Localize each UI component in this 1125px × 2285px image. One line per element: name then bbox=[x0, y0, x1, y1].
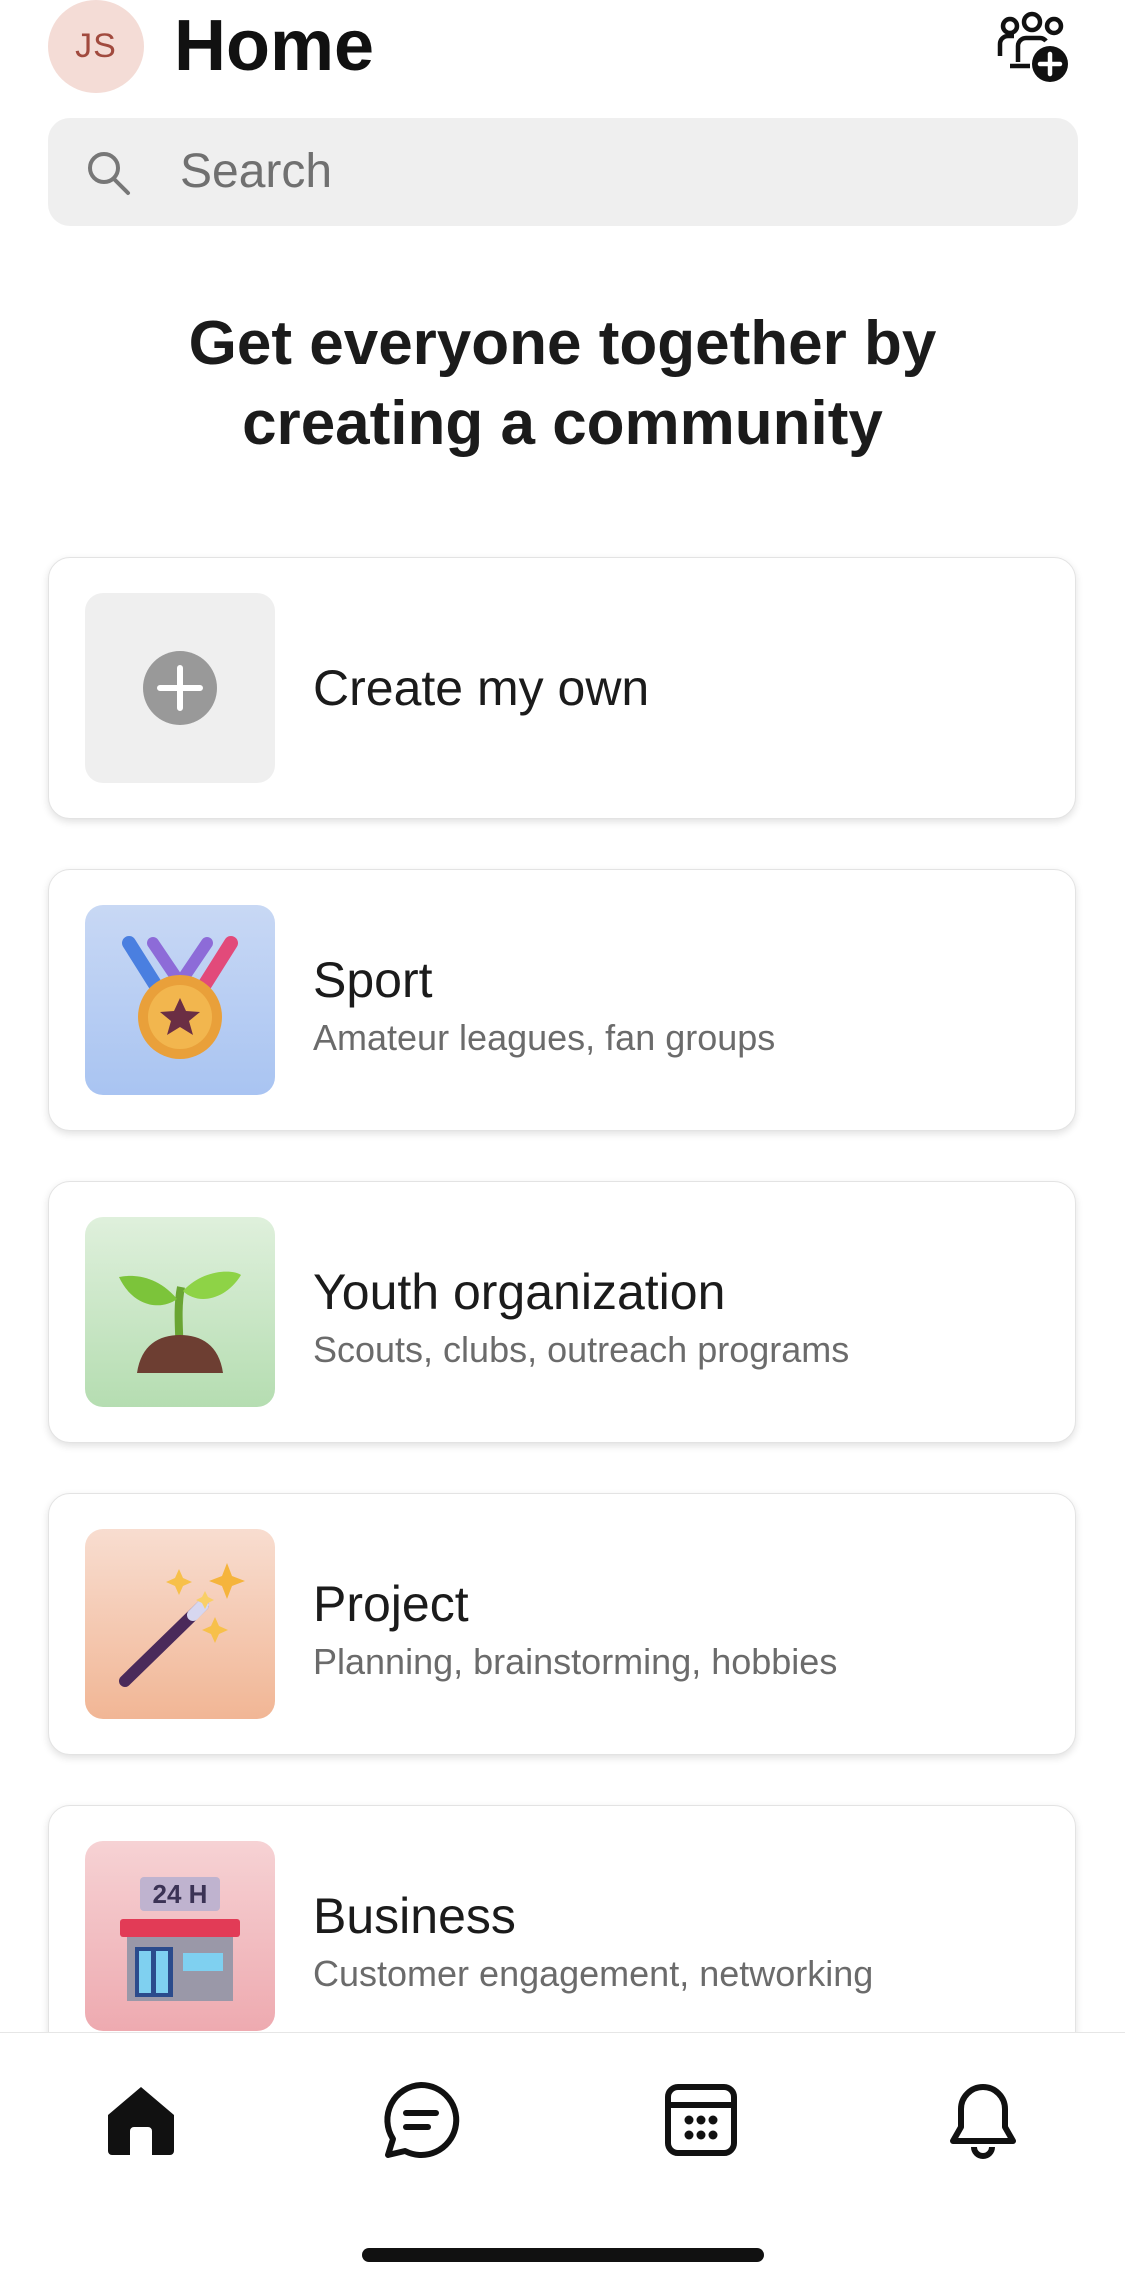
calendar-icon bbox=[665, 2084, 737, 2156]
card-title: Project bbox=[313, 1576, 469, 1632]
plus-icon bbox=[143, 651, 217, 725]
chat-icon bbox=[384, 2081, 460, 2158]
card-title: Youth organization bbox=[313, 1264, 726, 1320]
business-thumb: 24 H bbox=[85, 1841, 275, 2031]
card-description: Planning, brainstorming, hobbies bbox=[313, 1641, 838, 1682]
card-description: Scouts, clubs, outreach programs bbox=[313, 1329, 850, 1370]
home-indicator[interactable] bbox=[362, 2248, 764, 2262]
avatar-initials: JS bbox=[75, 27, 117, 65]
home-icon bbox=[108, 2087, 174, 2155]
card-project[interactable]: Project Planning, brainstorming, hobbies bbox=[48, 1493, 1076, 1755]
card-create-my-own[interactable]: Create my own bbox=[48, 557, 1076, 819]
page-title: Home bbox=[174, 6, 375, 86]
card-description: Customer engagement, networking bbox=[313, 1953, 874, 1994]
medal-icon bbox=[122, 936, 238, 1059]
youth-thumb bbox=[85, 1217, 275, 1407]
sport-thumb bbox=[85, 905, 275, 1095]
project-thumb bbox=[85, 1529, 275, 1719]
store-24h-icon: 24 H bbox=[120, 1877, 240, 2001]
nav-home[interactable] bbox=[96, 2075, 186, 2165]
card-sport[interactable]: Sport Amateur leagues, fan groups bbox=[48, 869, 1076, 1131]
card-business[interactable]: 24 H Business Customer engagement, netwo… bbox=[48, 1805, 1076, 2067]
magic-wand-icon bbox=[119, 1563, 245, 1687]
nav-calendar[interactable] bbox=[656, 2075, 746, 2165]
card-title: Business bbox=[313, 1888, 516, 1944]
header: JS Home bbox=[0, 0, 1125, 100]
card-title: Create my own bbox=[313, 660, 650, 716]
create-community-button[interactable] bbox=[996, 10, 1072, 86]
card-description: Amateur leagues, fan groups bbox=[313, 1017, 776, 1058]
community-headline: Get everyone together by creating a comm… bbox=[0, 304, 1125, 464]
avatar[interactable]: JS bbox=[48, 0, 144, 93]
search-icon bbox=[88, 152, 130, 195]
create-thumb bbox=[85, 593, 275, 783]
store-sign: 24 H bbox=[153, 1879, 208, 1909]
card-youth-organization[interactable]: Youth organization Scouts, clubs, outrea… bbox=[48, 1181, 1076, 1443]
nav-chat[interactable] bbox=[376, 2075, 466, 2165]
people-add-icon bbox=[997, 11, 1068, 82]
card-title: Sport bbox=[313, 952, 433, 1008]
nav-notifications[interactable] bbox=[938, 2075, 1028, 2165]
headline-line-1: Get everyone together by bbox=[188, 309, 937, 378]
search-bar[interactable]: Search bbox=[48, 118, 1078, 226]
bell-icon bbox=[950, 2084, 1016, 2159]
search-input[interactable]: Search bbox=[180, 148, 332, 196]
seedling-icon bbox=[119, 1271, 241, 1373]
headline-line-2: creating a community bbox=[242, 389, 883, 458]
